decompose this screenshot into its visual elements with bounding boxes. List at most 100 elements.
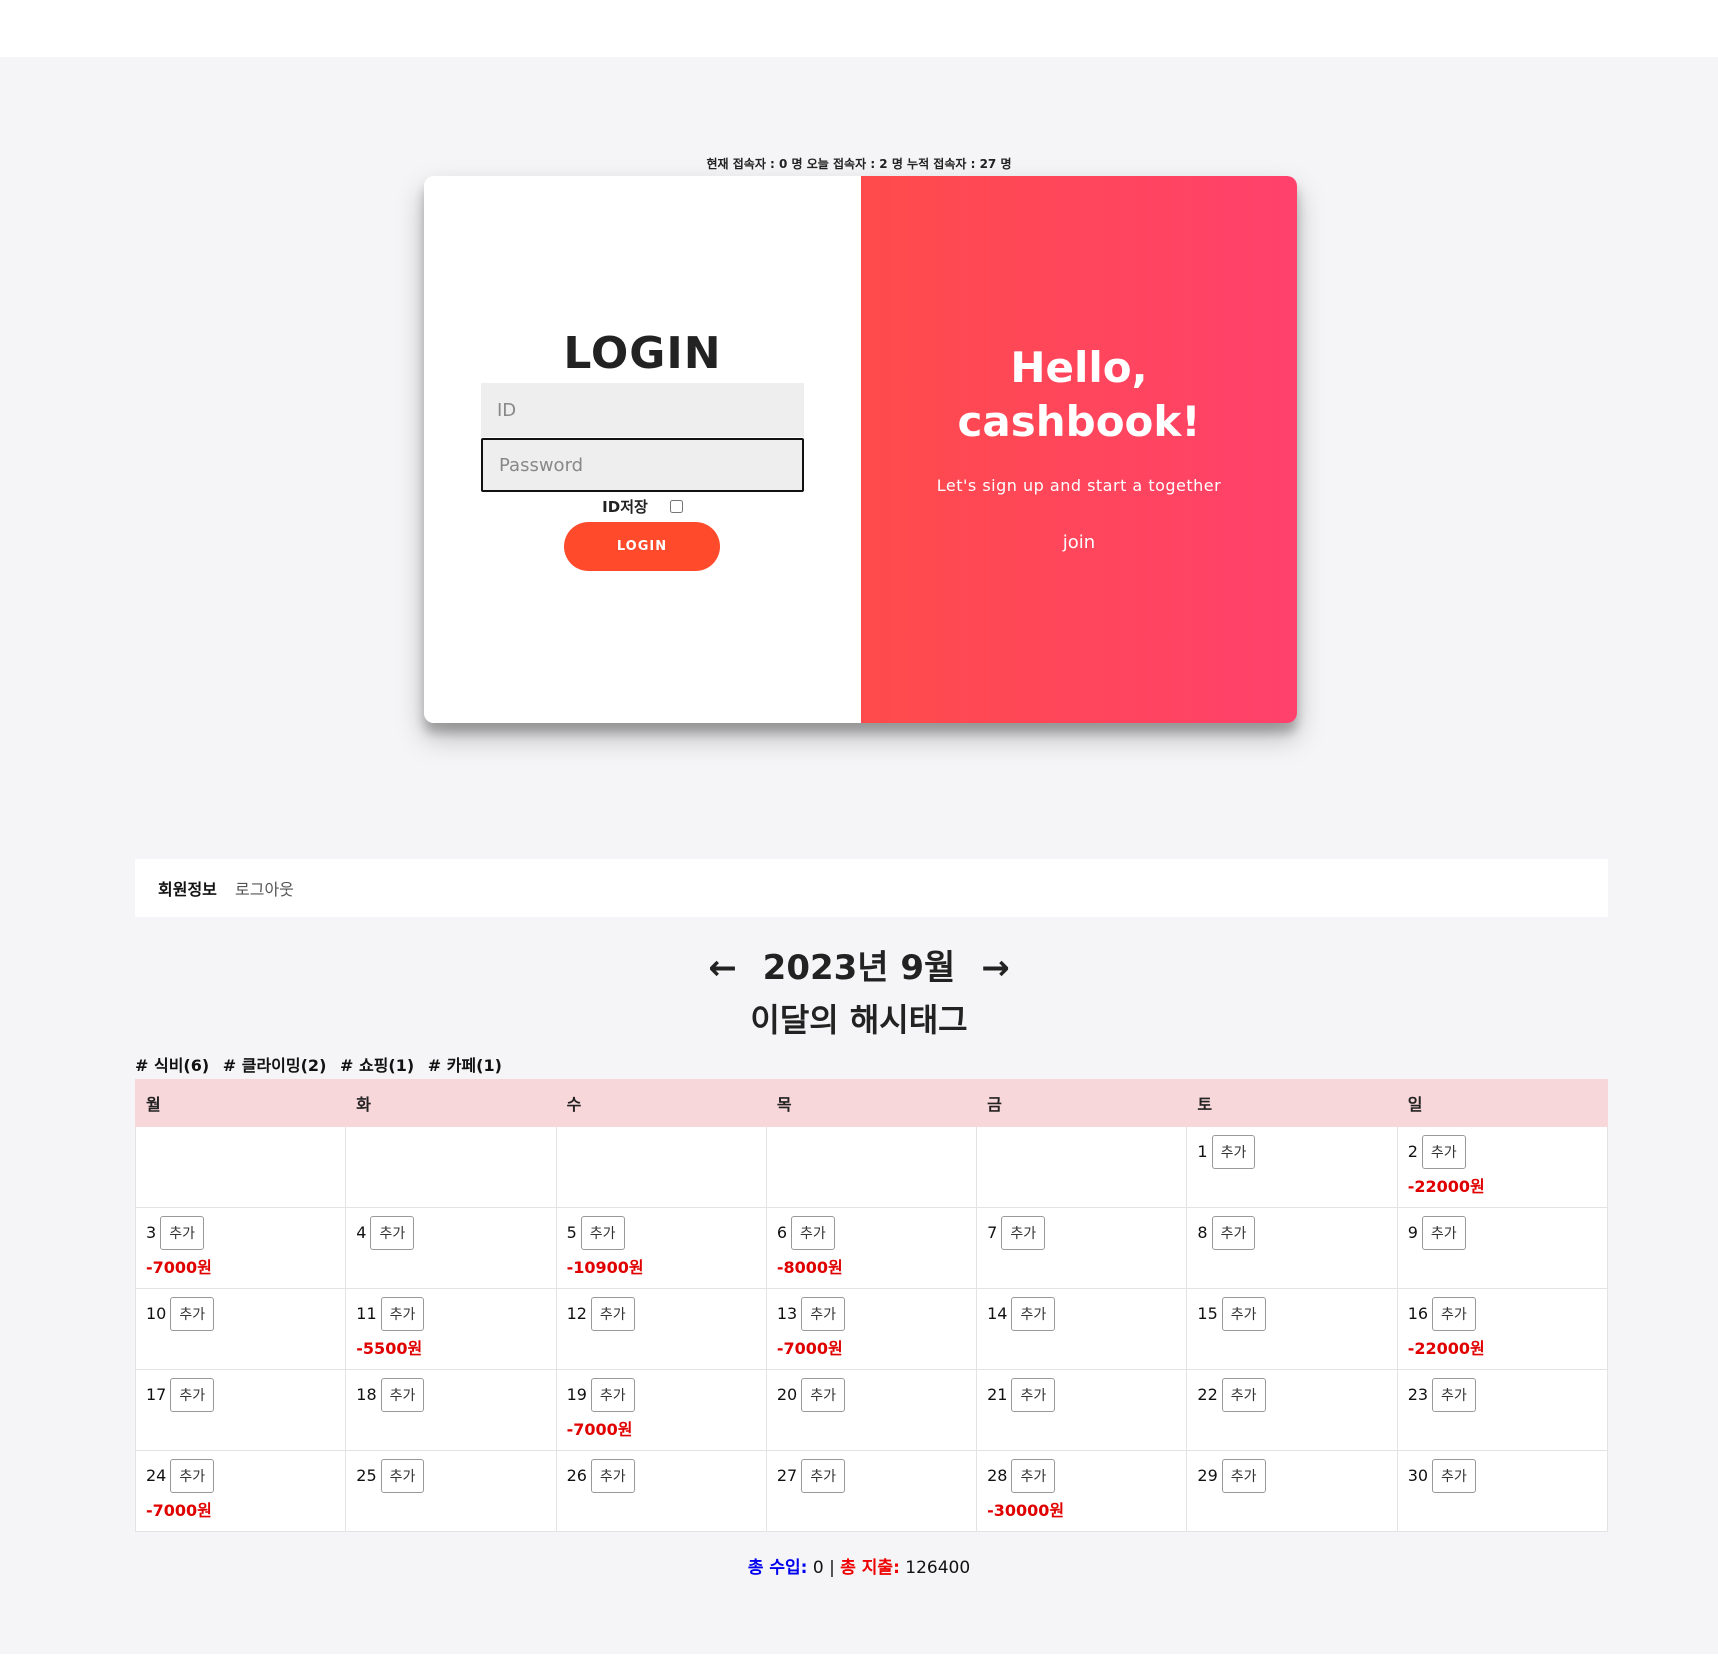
weekday-header: 토 [1186, 1079, 1398, 1127]
day-expense-amount: -30000원 [987, 1501, 1065, 1520]
month-label: 2023년 9월 [762, 948, 956, 988]
calendar-day-cell: 25 추가 [345, 1450, 557, 1532]
next-month-arrow[interactable]: → [967, 948, 1024, 988]
add-entry-button[interactable]: 추가 [380, 1378, 425, 1412]
hashtag-item[interactable]: # 카페(1) [428, 1056, 502, 1075]
day-number: 22 [1197, 1385, 1218, 1404]
calendar-day-cell: 5 추가 -10900원 [555, 1207, 767, 1289]
calendar-day-cell: 15 추가 [1186, 1288, 1398, 1370]
calendar-day-cell: 14 추가 [976, 1288, 1188, 1370]
add-entry-button[interactable]: 추가 [580, 1216, 625, 1250]
calendar-week-row: 10 추가 11 추가 -5500원 12 추가 13 추가 -7000원 14 추가 15 추가 16 추가… [134, 1288, 1609, 1370]
remember-id-checkbox[interactable] [669, 500, 683, 513]
total-expense-label: 총 지출: [840, 1558, 900, 1578]
calendar-day-cell: 24 추가 -7000원 [134, 1450, 347, 1532]
add-entry-button[interactable]: 추가 [380, 1297, 425, 1331]
day-number: 11 [356, 1304, 377, 1323]
add-entry-button[interactable]: 추가 [590, 1378, 635, 1412]
welcome-heading: Hello, cashbook! [861, 341, 1297, 449]
add-entry-button[interactable]: 추가 [370, 1216, 415, 1250]
add-entry-button[interactable]: 추가 [801, 1378, 845, 1412]
add-entry-button[interactable]: 추가 [590, 1459, 635, 1493]
calendar-day-cell: 16 추가 -22000원 [1396, 1288, 1609, 1370]
top-navbar: 회원정보 로그아웃 [135, 859, 1608, 917]
day-number: 27 [776, 1466, 798, 1485]
password-input[interactable] [481, 438, 804, 492]
add-entry-button[interactable]: 추가 [1421, 1135, 1466, 1169]
login-form-panel: LOGIN ID저장 LOGIN [424, 176, 861, 723]
welcome-line-2: cashbook! [957, 397, 1201, 446]
day-number: 6 [776, 1223, 788, 1242]
hashtag-item[interactable]: # 식비(6) [135, 1056, 209, 1075]
day-number: 10 [146, 1304, 167, 1323]
hashtag-list: # 식비(6) # 클라이밍(2) # 쇼핑(1) # 카페(1) [135, 1052, 510, 1076]
weekday-header: 화 [345, 1079, 557, 1127]
add-entry-button[interactable]: 추가 [1011, 1378, 1056, 1412]
add-entry-button[interactable]: 추가 [1432, 1378, 1476, 1412]
add-entry-button[interactable]: 추가 [1221, 1459, 1266, 1493]
calendar-day-cell: 13 추가 -7000원 [765, 1288, 978, 1370]
weekday-header: 월 [134, 1079, 347, 1127]
add-entry-button[interactable]: 추가 [170, 1297, 215, 1331]
day-number: 26 [566, 1466, 587, 1485]
add-entry-button[interactable]: 추가 [801, 1459, 845, 1493]
calendar-day-cell: 19 추가 -7000원 [555, 1369, 767, 1451]
login-card: LOGIN ID저장 LOGIN Hello, cashbook! Let's … [424, 176, 1297, 723]
calendar-day-cell: 10 추가 [134, 1288, 347, 1370]
calendar-empty-cell [555, 1126, 767, 1208]
add-entry-button[interactable]: 추가 [1001, 1216, 1046, 1250]
day-expense-amount: -22000원 [1407, 1177, 1485, 1196]
calendar-day-cell: 12 추가 [555, 1288, 767, 1370]
add-entry-button[interactable]: 추가 [1211, 1216, 1256, 1250]
day-number: 21 [987, 1385, 1008, 1404]
calendar-day-cell: 7 추가 [976, 1207, 1188, 1289]
calendar-day-cell: 11 추가 -5500원 [345, 1288, 557, 1370]
add-entry-button[interactable]: 추가 [1011, 1297, 1056, 1331]
add-entry-button[interactable]: 추가 [1432, 1297, 1476, 1331]
add-entry-button[interactable]: 추가 [801, 1297, 845, 1331]
calendar-day-cell: 18 추가 [345, 1369, 557, 1451]
hashtag-item[interactable]: # 클라이밍(2) [223, 1056, 327, 1075]
calendar-day-cell: 3 추가 -7000원 [134, 1207, 347, 1289]
prev-month-arrow[interactable]: ← [694, 948, 751, 988]
day-expense-amount: -8000원 [776, 1258, 843, 1277]
calendar-day-cell: 20 추가 [765, 1369, 978, 1451]
day-expense-amount: -7000원 [146, 1258, 212, 1277]
day-number: 1 [1197, 1142, 1208, 1161]
calendar-week-row: 17 추가 18 추가 19 추가 -7000원 20 추가 21 추가 22 추가 23 추가 [134, 1369, 1609, 1451]
month-navigation: ← 2023년 9월 → [0, 940, 1718, 989]
add-entry-button[interactable]: 추가 [170, 1459, 215, 1493]
add-entry-button[interactable]: 추가 [1421, 1216, 1466, 1250]
nav-member-info-link[interactable]: 회원정보 [158, 876, 217, 900]
add-entry-button[interactable]: 추가 [1211, 1135, 1256, 1169]
calendar-day-cell: 29 추가 [1186, 1450, 1398, 1532]
add-entry-button[interactable]: 추가 [380, 1459, 425, 1493]
login-button[interactable]: LOGIN [564, 522, 720, 571]
add-entry-button[interactable]: 추가 [1011, 1459, 1056, 1493]
add-entry-button[interactable]: 추가 [170, 1378, 215, 1412]
add-entry-button[interactable]: 추가 [1432, 1459, 1476, 1493]
add-entry-button[interactable]: 추가 [1221, 1378, 1266, 1412]
day-expense-amount: -7000원 [776, 1339, 843, 1358]
day-number: 30 [1407, 1466, 1429, 1485]
add-entry-button[interactable]: 추가 [160, 1216, 204, 1250]
total-expense-value: 126400 [905, 1558, 971, 1578]
add-entry-button[interactable]: 추가 [791, 1216, 835, 1250]
remember-id-label: ID저장 [602, 498, 648, 516]
join-link[interactable]: join [861, 532, 1297, 553]
calendar-day-cell: 2 추가 -22000원 [1396, 1126, 1609, 1208]
calendar-day-cell: 9 추가 [1396, 1207, 1609, 1289]
login-title: LOGIN [563, 328, 722, 379]
welcome-tagline: Let's sign up and start a together [936, 476, 1222, 495]
add-entry-button[interactable]: 추가 [590, 1297, 635, 1331]
add-entry-button[interactable]: 추가 [1221, 1297, 1266, 1331]
weekday-header: 수 [555, 1079, 767, 1127]
calendar-empty-cell [976, 1126, 1188, 1208]
hashtag-item[interactable]: # 쇼핑(1) [340, 1056, 414, 1075]
day-expense-amount: -7000원 [566, 1420, 633, 1439]
id-input[interactable] [481, 383, 804, 437]
weekday-header: 일 [1396, 1079, 1609, 1127]
day-number: 7 [987, 1223, 998, 1242]
weekday-header: 금 [976, 1079, 1188, 1127]
nav-logout-link[interactable]: 로그아웃 [235, 876, 294, 900]
